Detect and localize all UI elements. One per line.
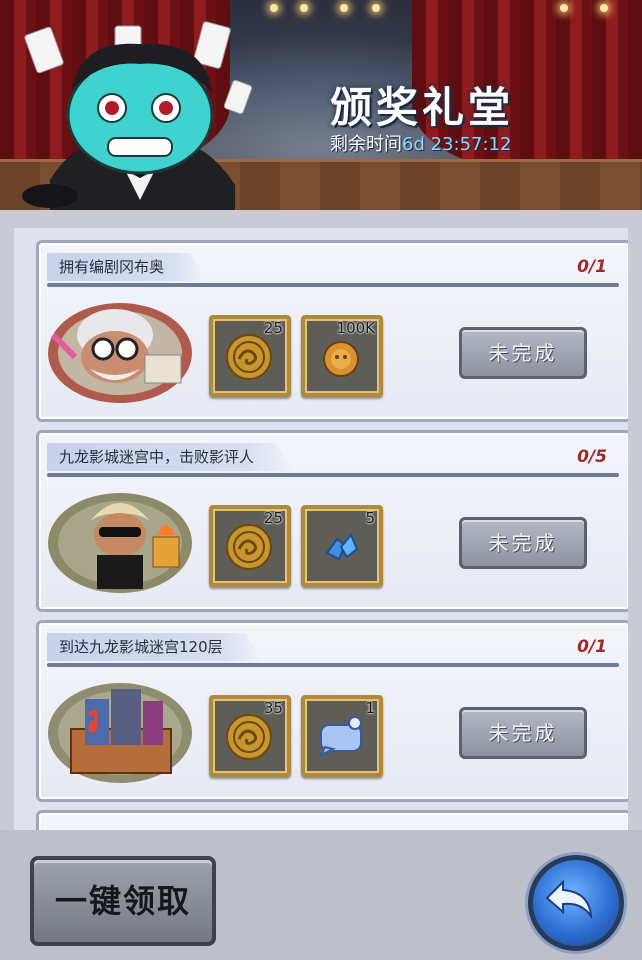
claim-all-button[interactable]: 一键领取	[30, 856, 216, 946]
back-arrow-icon	[545, 879, 593, 920]
cinema-building-icon	[48, 683, 192, 783]
speech-bubble-frame-icon	[318, 716, 362, 758]
reward-slot[interactable]: 100K	[301, 315, 383, 397]
countdown: 剩余时间6d 23:57:12	[330, 130, 511, 156]
divider	[47, 473, 619, 477]
task-card: 到达九龙影城迷宫120层 0/1 35 1 未完成	[36, 620, 628, 802]
countdown-value: 6d 23:57:12	[402, 134, 512, 155]
task-status-button[interactable]: 未完成	[459, 707, 587, 759]
task-progress: 0/1	[577, 637, 607, 657]
mascot-illustration-icon	[22, 21, 253, 210]
page-title: 颁奖礼堂	[330, 83, 515, 132]
dragon-coin-icon	[226, 714, 272, 760]
back-button[interactable]	[528, 855, 624, 951]
task-card: 九龙影城迷宫中，击败影评人 0/5 25 5 未完成	[36, 430, 628, 612]
gold-coin-icon	[323, 341, 359, 377]
task-card-partial	[36, 810, 628, 830]
task-status-button[interactable]: 未完成	[459, 327, 587, 379]
reward-slot[interactable]: 25	[209, 315, 291, 397]
reward-slot[interactable]: 25	[209, 505, 291, 587]
reward-count: 5	[365, 509, 375, 527]
dragon-coin-icon	[226, 334, 272, 380]
task-status-button[interactable]: 未完成	[459, 517, 587, 569]
task-progress: 0/1	[577, 257, 607, 277]
dragon-coin-icon	[226, 524, 272, 570]
task-title: 到达九龙影城迷宫120层	[47, 633, 263, 661]
reward-slot[interactable]: 5	[301, 505, 383, 587]
task-title: 拥有编剧冈布奥	[47, 253, 205, 281]
task-title: 九龙影城迷宫中，击败影评人	[47, 443, 295, 471]
task-card: 拥有编剧冈布奥 0/1 25 100K 未完成	[36, 240, 628, 422]
countdown-label: 剩余时间	[330, 134, 402, 155]
divider	[47, 663, 619, 667]
critic-portrait-icon	[48, 493, 192, 593]
task-progress: 0/5	[577, 447, 607, 467]
scriptwriter-portrait-icon	[48, 303, 192, 403]
reward-slot[interactable]: 35	[209, 695, 291, 777]
divider	[47, 283, 619, 287]
reward-slot[interactable]: 1	[301, 695, 383, 777]
blue-crystal-icon	[325, 533, 359, 561]
task-list[interactable]: 拥有编剧冈布奥 0/1 25 100K 未完成 九龙影城迷宫中，击败影评人 0/…	[14, 228, 628, 830]
reward-count: 1	[365, 699, 375, 717]
event-header: 颁奖礼堂 剩余时间6d 23:57:12	[0, 0, 642, 210]
